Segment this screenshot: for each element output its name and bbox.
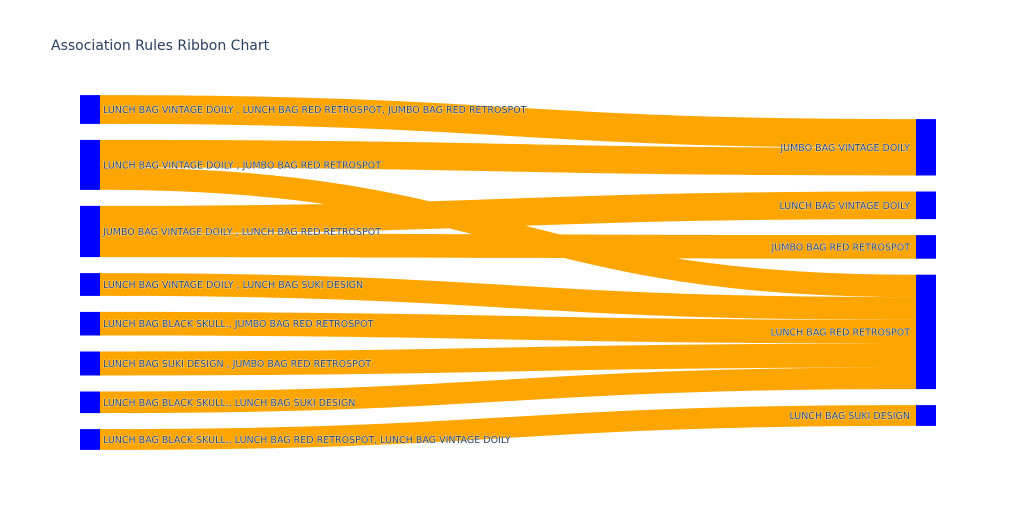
target-label-2: JUMBO BAG RED RETROSPOT — [771, 242, 911, 253]
source-label-3: LUNCH BAG VINTAGE DOILY , LUNCH BAG SUKI… — [103, 280, 363, 291]
source-label-0: LUNCH BAG VINTAGE DOILY , LUNCH BAG RED … — [103, 105, 527, 116]
ribbon-chart: Association Rules Ribbon Chart LUNCH BAG… — [51, 38, 936, 450]
source-label-7: LUNCH BAG BLACK SKULL., LUNCH BAG RED RE… — [103, 435, 511, 446]
source-node-1 — [80, 139, 100, 190]
target-node-1 — [916, 191, 936, 220]
source-label-1: LUNCH BAG VINTAGE DOILY , JUMBO BAG RED … — [103, 160, 381, 171]
source-node-7 — [80, 429, 100, 450]
source-node-2 — [80, 205, 100, 258]
target-label-4: LUNCH BAG SUKI DESIGN — [789, 411, 910, 422]
source-node-6 — [80, 391, 100, 414]
target-node-2 — [916, 235, 936, 259]
target-label-0: JUMBO BAG VINTAGE DOILY — [779, 143, 910, 154]
target-label-3: LUNCH BAG RED RETROSPOT — [771, 327, 911, 338]
ribbon-link-0 — [100, 95, 916, 148]
target-node-4 — [916, 405, 936, 426]
target-node-3 — [916, 274, 936, 390]
source-label-4: LUNCH BAG BLACK SKULL., JUMBO BAG RED RE… — [103, 319, 373, 330]
target-label-1: LUNCH BAG VINTAGE DOILY — [779, 201, 910, 212]
source-node-4 — [80, 311, 100, 336]
source-node-3 — [80, 273, 100, 296]
source-label-5: LUNCH BAG SUKI DESIGN , JUMBO BAG RED RE… — [103, 359, 371, 370]
source-label-6: LUNCH BAG BLACK SKULL., LUNCH BAG SUKI D… — [103, 398, 355, 409]
source-label-2: JUMBO BAG VINTAGE DOILY , LUNCH BAG RED … — [102, 227, 381, 238]
source-node-0 — [80, 95, 100, 124]
source-node-5 — [80, 351, 100, 376]
chart-title: Association Rules Ribbon Chart — [51, 38, 270, 54]
target-node-0 — [916, 119, 936, 176]
